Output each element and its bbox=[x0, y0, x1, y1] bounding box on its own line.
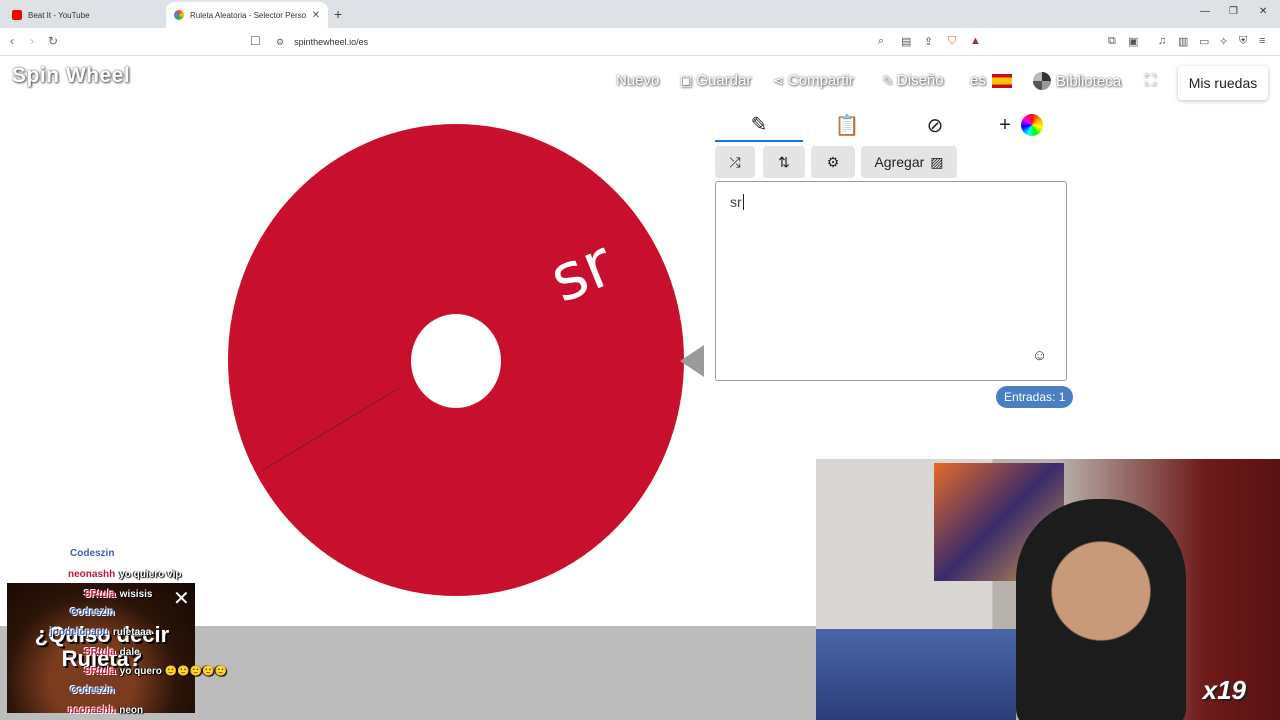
chat-user: Codeszin bbox=[70, 548, 115, 559]
bookmark-icon[interactable]: ☐ bbox=[250, 34, 261, 48]
save-icon: ▣ bbox=[680, 72, 693, 88]
roulette-clip-overlay: ¿Quiso decir Ruleta? ✕ bbox=[7, 583, 195, 713]
sort-button[interactable]: ⇅ bbox=[763, 146, 805, 178]
browser-tab-bar: Beat It - YouTube Ruleta Aleatoria - Sel… bbox=[0, 0, 1280, 28]
chat-user: neonashh bbox=[68, 569, 116, 580]
new-tab-button[interactable]: + bbox=[334, 6, 342, 22]
close-icon: ✕ bbox=[173, 588, 190, 610]
tab-hidden[interactable]: ⊘ bbox=[891, 108, 979, 142]
screenshot-icon[interactable]: ▣ bbox=[1128, 35, 1138, 48]
compartir-button[interactable]: ⋖ Compartir bbox=[773, 72, 854, 89]
sort-icon: ⇅ bbox=[778, 153, 790, 170]
shuffle-icon: ⤮ bbox=[729, 153, 741, 170]
menu-icon[interactable]: ≡ bbox=[1259, 35, 1265, 47]
tab-edit[interactable]: ✎ bbox=[715, 108, 803, 142]
wallet-icon[interactable]: ▭ bbox=[1199, 35, 1209, 48]
rewards-icon[interactable]: ▲ bbox=[970, 35, 981, 47]
chat-message: Codeszin bbox=[70, 548, 118, 559]
back-icon[interactable]: ‹ bbox=[10, 34, 14, 48]
guardar-label: Guardar bbox=[696, 72, 752, 89]
share-icon[interactable]: ⇪ bbox=[924, 35, 933, 48]
mis-ruedas-button[interactable]: Mis ruedas bbox=[1178, 66, 1268, 100]
shuffle-button[interactable]: ⤮ bbox=[715, 146, 755, 178]
url-text: spinthewheel.io/es bbox=[294, 37, 369, 47]
minimize-icon[interactable]: — bbox=[1200, 6, 1210, 17]
wheel-pointer-icon bbox=[680, 345, 704, 377]
extensions-icon[interactable]: ⧉ bbox=[1108, 35, 1116, 48]
compartir-label: Compartir bbox=[787, 72, 854, 89]
webcam-bed bbox=[816, 629, 1016, 720]
multiplier-badge: x19 bbox=[1202, 675, 1246, 705]
diseno-button[interactable]: ✎ Diseño bbox=[882, 72, 944, 89]
share-icon: ⋖ bbox=[773, 72, 784, 88]
fullscreen-button[interactable]: ⛶ bbox=[1145, 72, 1156, 89]
gear-icon: ⚙ bbox=[826, 153, 840, 170]
tab-title: Beat It - YouTube bbox=[28, 10, 90, 20]
pencil-icon: ✎ bbox=[882, 72, 893, 88]
streamer bbox=[1016, 499, 1186, 720]
chat-message: neonashh yo quiero vip bbox=[68, 569, 181, 580]
close-window-icon[interactable]: ✕ bbox=[1259, 6, 1267, 17]
tab-results[interactable]: 📋 bbox=[803, 108, 891, 142]
agregar-image-button[interactable]: Agregar ▨ bbox=[861, 146, 957, 178]
text-cursor: ​ bbox=[742, 194, 744, 210]
settings-button[interactable]: ⚙ bbox=[811, 146, 855, 178]
nuevo-button[interactable]: Nuevo bbox=[616, 72, 659, 89]
fullscreen-icon: ⛶ bbox=[1145, 72, 1156, 89]
browser-nav-bar: ‹ › ↻ ☐ ⚙ spinthewheel.io/es ⌕ ▤ ⇪ ⛉ ▲ ⧉… bbox=[0, 28, 1280, 56]
emoji-picker-icon[interactable]: ☺ bbox=[1032, 347, 1047, 364]
reader-icon[interactable]: ▤ bbox=[901, 35, 911, 48]
plus-icon: + bbox=[999, 113, 1011, 136]
diseno-label: Diseño bbox=[896, 72, 944, 89]
zoom-icon[interactable]: ⌕ bbox=[878, 35, 884, 48]
tab-ruleta[interactable]: Ruleta Aleatoria - Selector Perso ✕ bbox=[166, 2, 328, 28]
site-settings-icon[interactable]: ⚙ bbox=[276, 37, 284, 48]
tab-youtube[interactable]: Beat It - YouTube bbox=[4, 2, 164, 28]
biblioteca-label: Biblioteca bbox=[1056, 72, 1122, 90]
entries-count-badge: Entradas: 1 bbox=[996, 386, 1074, 408]
guardar-button[interactable]: ▣ Guardar bbox=[680, 72, 751, 89]
nuevo-label: Nuevo bbox=[616, 72, 660, 89]
image-icon: ▨ bbox=[930, 153, 944, 170]
eye-slash-icon: ⊘ bbox=[926, 114, 944, 137]
language-selector[interactable]: es bbox=[970, 72, 1012, 89]
leo-icon[interactable]: ✧ bbox=[1219, 35, 1228, 48]
clip-title: ¿Quiso decir Ruleta? bbox=[34, 622, 170, 671]
site-favicon-icon bbox=[174, 10, 184, 20]
vpn-icon[interactable]: ⛨ bbox=[1239, 35, 1247, 48]
close-tab-icon[interactable]: ✕ bbox=[312, 10, 320, 21]
chat-text: yo quiero vip bbox=[119, 569, 182, 580]
language-label: es bbox=[970, 72, 986, 89]
pencil-icon: ✎ bbox=[750, 113, 768, 136]
entry-text: sr bbox=[730, 194, 742, 210]
spain-flag-icon bbox=[991, 73, 1012, 88]
tab-title: Ruleta Aleatoria - Selector Perso bbox=[190, 10, 307, 20]
media-icon[interactable]: ♫ bbox=[1158, 35, 1166, 47]
agregar-label: Agregar bbox=[874, 154, 925, 170]
clipboard-icon: 📋 bbox=[834, 114, 860, 137]
spin-wheel-logo[interactable]: Spin Wheel bbox=[12, 64, 130, 88]
color-wheel-icon bbox=[1020, 114, 1043, 136]
wheel-hub[interactable] bbox=[411, 314, 501, 408]
youtube-icon bbox=[12, 10, 22, 20]
reload-icon[interactable]: ↻ bbox=[48, 34, 58, 48]
entries-textarea[interactable]: sr​ bbox=[715, 181, 1067, 381]
brave-shield-icon[interactable]: ⛉ bbox=[948, 35, 956, 48]
forward-icon[interactable]: › bbox=[30, 34, 34, 48]
tab-add-wheel[interactable]: + bbox=[977, 108, 1065, 142]
library-icon bbox=[1033, 72, 1051, 90]
editor-tabs: ✎ 📋 ⊘ + bbox=[715, 108, 1065, 144]
biblioteca-button[interactable]: Biblioteca bbox=[1033, 72, 1121, 90]
webcam-overlay: x19 bbox=[816, 459, 1280, 720]
sidebar-icon[interactable]: ▥ bbox=[1178, 35, 1188, 48]
restore-icon[interactable]: ❐ bbox=[1229, 6, 1238, 17]
